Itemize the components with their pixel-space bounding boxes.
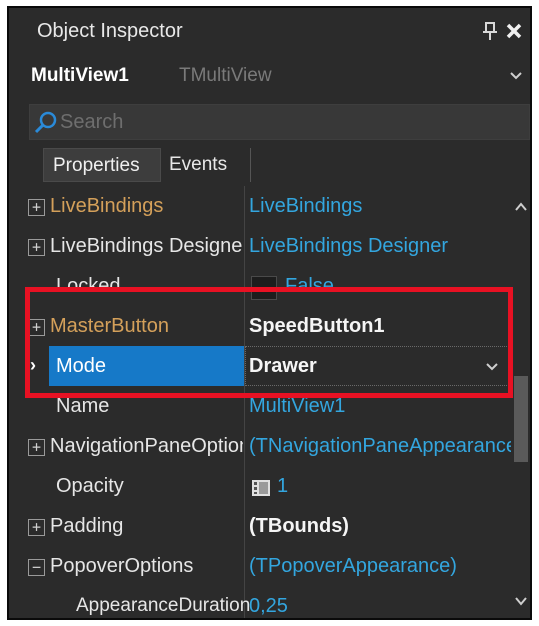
scroll-down-icon[interactable] — [515, 596, 527, 606]
property-name: NavigationPaneOptions — [50, 435, 243, 457]
property-row-livebindings[interactable]: + LiveBindings LiveBindings — [27, 186, 511, 226]
property-row-name[interactable]: Name MultiView1 — [27, 386, 511, 426]
property-row-padding[interactable]: + Padding (TBounds) — [27, 506, 511, 546]
object-inspector-window: Object Inspector MultiView1 TMultiView P… — [7, 6, 532, 620]
expand-icon[interactable]: + — [28, 439, 45, 456]
property-name: AppearanceDuration — [76, 595, 251, 616]
search-icon — [34, 111, 57, 134]
property-value[interactable]: (TPopoverAppearance) — [249, 555, 511, 583]
property-row-appearanceduration[interactable]: AppearanceDuration 0,25 — [27, 586, 511, 618]
property-value[interactable]: LiveBindings — [249, 195, 511, 223]
tab-events-label: Events — [169, 154, 228, 175]
image-icon — [252, 480, 270, 496]
property-name: Name — [56, 395, 110, 417]
property-row-mode[interactable]: › Mode Drawer — [27, 346, 511, 386]
property-row-livebindings-designer[interactable]: + LiveBindings Designer LiveBindings Des… — [27, 226, 511, 266]
property-row-popoveroptions[interactable]: − PopoverOptions (TPopoverAppearance) — [27, 546, 511, 586]
property-name: Padding — [50, 515, 124, 537]
collapse-icon[interactable]: − — [28, 559, 45, 576]
property-value[interactable]: Drawer — [249, 355, 511, 383]
selected-object-name: MultiView1 — [31, 65, 129, 86]
property-value[interactable]: LiveBindings Designer — [249, 235, 511, 263]
object-selector[interactable]: MultiView1 TMultiView — [9, 52, 530, 98]
property-name: Opacity — [56, 475, 124, 497]
pin-icon[interactable] — [479, 20, 501, 42]
vertical-scrollbar[interactable] — [511, 186, 530, 618]
search-input[interactable] — [60, 105, 520, 139]
property-row-locked[interactable]: Locked False — [27, 266, 511, 306]
property-value[interactable]: 1 — [277, 475, 511, 503]
property-name: LiveBindings — [50, 195, 164, 217]
tab-properties-label: Properties — [53, 155, 140, 176]
close-icon[interactable] — [503, 20, 525, 42]
selected-object-type: TMultiView — [179, 65, 272, 86]
expand-icon[interactable]: + — [28, 239, 45, 256]
search-box[interactable] — [29, 104, 530, 140]
property-name: LiveBindings Designer — [50, 235, 243, 257]
property-name: Locked — [56, 275, 121, 297]
property-value[interactable]: 0,25 — [249, 595, 511, 618]
property-name: Mode — [56, 355, 107, 377]
tab-events[interactable]: Events — [163, 148, 251, 182]
property-row-masterbutton[interactable]: + MasterButton SpeedButton1 — [27, 306, 511, 346]
property-name: PopoverOptions — [50, 555, 194, 577]
property-grid: + LiveBindings LiveBindings + LiveBindin… — [27, 186, 511, 618]
chevron-down-icon[interactable] — [509, 70, 523, 82]
property-row-opacity[interactable]: Opacity 1 — [27, 466, 511, 506]
inspector-tabs: Properties Events — [29, 144, 530, 186]
tab-properties[interactable]: Properties — [43, 148, 161, 182]
expand-icon[interactable]: + — [28, 519, 45, 536]
selected-row-arrow-icon: › — [30, 355, 36, 375]
locked-checkbox[interactable] — [251, 276, 277, 300]
property-value: False — [285, 275, 334, 297]
expand-icon[interactable]: + — [28, 319, 45, 336]
window-title: Object Inspector — [37, 20, 183, 42]
scrollbar-thumb[interactable] — [514, 376, 528, 462]
expand-icon[interactable]: + — [28, 199, 45, 216]
property-value[interactable]: SpeedButton1 — [249, 315, 511, 343]
property-row-navigationpaneoptions[interactable]: + NavigationPaneOptions (TNavigationPane… — [27, 426, 511, 466]
chevron-down-icon[interactable] — [485, 362, 499, 372]
title-bar: Object Inspector — [9, 8, 530, 52]
property-value[interactable]: (TBounds) — [249, 515, 511, 543]
scroll-up-icon[interactable] — [515, 202, 527, 212]
property-value[interactable]: (TNavigationPaneAppearance) — [249, 435, 511, 463]
property-name: MasterButton — [50, 315, 169, 337]
property-value[interactable]: MultiView1 — [249, 395, 511, 423]
